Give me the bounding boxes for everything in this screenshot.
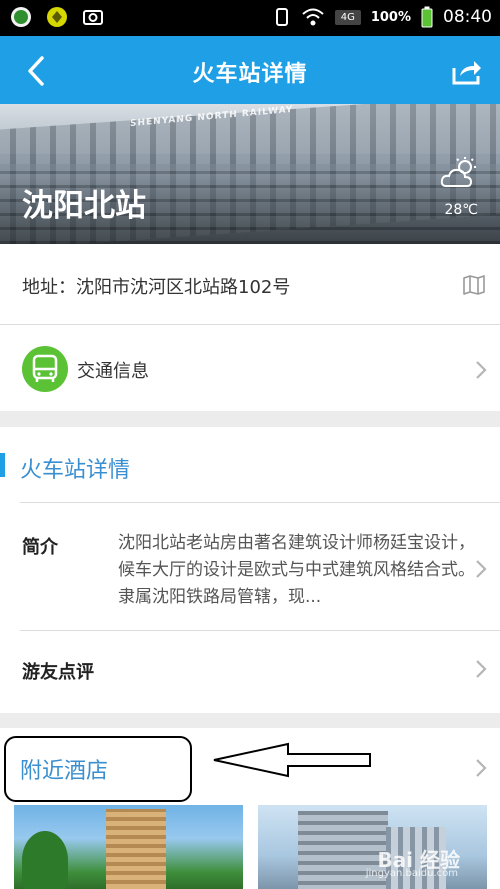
temperature: 28℃ [444,202,478,218]
status-indicators: 4G 100% 08:40 [273,6,492,28]
battery-percent: 100% [370,9,411,25]
annotation-arrow-icon [213,742,371,778]
clock: 08:40 [443,7,492,27]
thumbnail-hotel-tower [106,809,166,889]
screenshot-icon [83,10,103,25]
gallery-app-icon [47,7,67,27]
divider [20,502,500,503]
nav-bar: 火车站详情 [0,36,500,104]
annotation-box [4,736,192,802]
map-icon[interactable] [462,274,486,296]
page-title: 火车站详情 [192,62,308,87]
partly-cloudy-icon [440,157,476,187]
intro-text[interactable]: 沈阳北站老站房由著名建筑设计师杨廷宝设计，候车大厅的设计是欧式与中式建筑风格结合… [118,530,478,611]
intro-label: 简介 [22,537,58,558]
network-type: 4G [334,9,361,25]
chevron-right-icon [476,361,487,379]
address-row[interactable]: 地址：沈阳市沈河区北站路102号 [0,244,500,324]
status-notifications [10,6,104,28]
vibrate-icon [275,8,288,26]
section-accent-bar [0,453,5,477]
address-text: 地址：沈阳市沈河区北站路102号 [22,277,291,298]
divider [20,630,500,631]
bus-icon [22,346,68,392]
traffic-info-label: 交通信息 [77,361,149,382]
station-banner: SHENYANG NORTH RAILWAY 沈阳北站 28℃ [0,104,500,244]
notification-app-icon [11,7,31,27]
wifi-icon [302,8,324,26]
chevron-right-icon[interactable] [474,658,488,680]
thumbnail-tree [22,831,68,889]
chevron-right-icon [476,560,487,578]
reviews-label[interactable]: 游友点评 [22,658,94,684]
share-icon[interactable] [450,54,484,88]
watermark-url: jingyan.baidu.com [365,868,458,879]
battery-icon [421,6,433,28]
station-name: 沈阳北站 [22,188,146,224]
hotel-thumbnail[interactable] [14,805,243,889]
chevron-right-icon[interactable] [474,757,488,779]
status-bar: 4G 100% 08:40 [0,0,500,36]
detail-section-title: 火车站详情 [20,458,131,483]
traffic-info-row[interactable]: 交通信息 [0,325,500,411]
